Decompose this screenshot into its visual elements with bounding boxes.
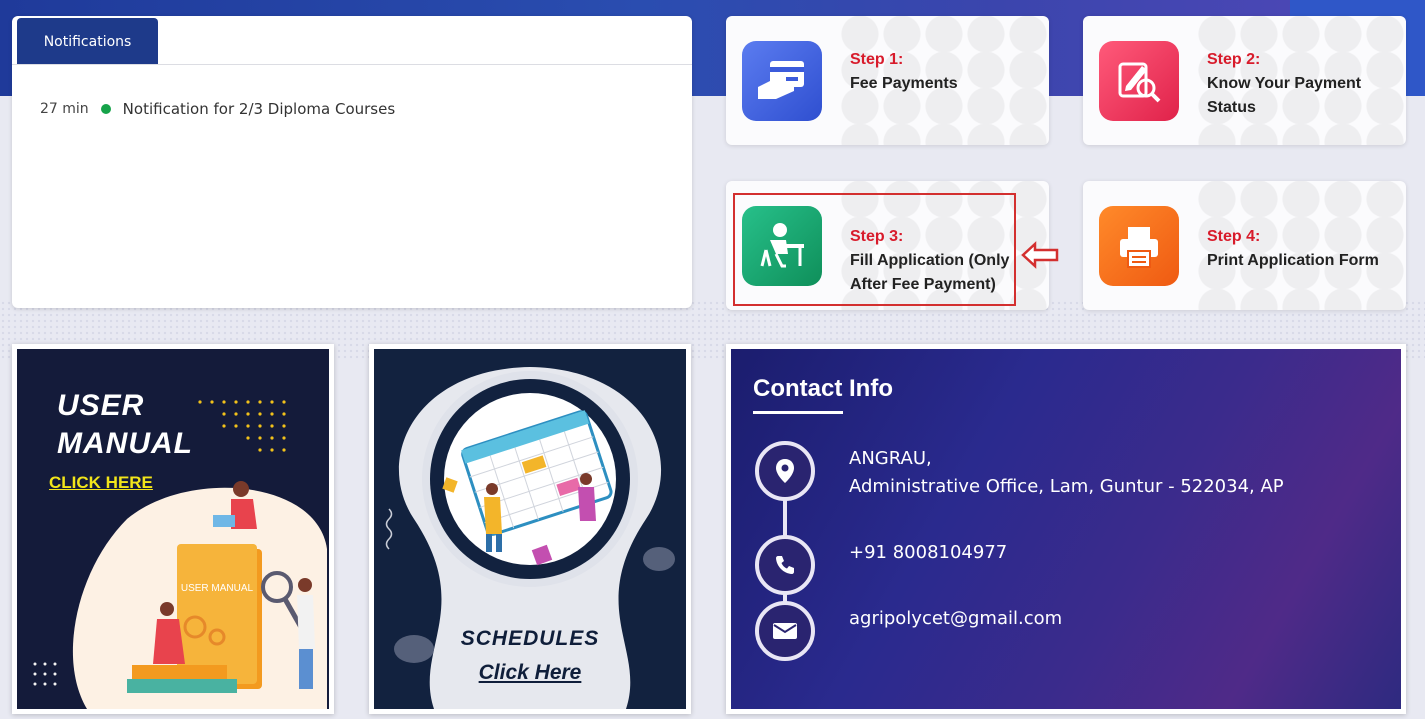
location-pin-icon <box>755 441 815 501</box>
tab-divider <box>12 64 692 65</box>
book-label: USER MANUAL <box>181 583 254 594</box>
schedules-illustration <box>385 367 675 709</box>
contact-phone[interactable]: +91 8008104977 <box>849 539 1007 567</box>
step-4-card[interactable]: Step 4: Print Application Form <box>1083 181 1406 310</box>
phone-icon <box>755 535 815 595</box>
user-manual-banner[interactable]: USER MANUAL CLICK HERE USER MANUAL <box>12 344 334 714</box>
step-label: Step 1: <box>850 51 904 68</box>
contact-address: ANGRAU, Administrative Office, Lam, Gunt… <box>849 448 1284 497</box>
schedules-banner[interactable]: SCHEDULES Click Here <box>369 344 691 714</box>
schedules-click-here-link[interactable]: Click Here <box>374 661 686 685</box>
step-1-card[interactable]: Step 1: Fee Payments <box>726 16 1049 145</box>
user-manual-title: USER MANUAL <box>57 389 193 460</box>
tab-notifications[interactable]: Notifications <box>17 18 158 65</box>
status-dot-icon <box>100 104 111 114</box>
schedules-title: SCHEDULES <box>460 627 600 650</box>
user-manual-illustration: USER MANUAL <box>33 481 327 709</box>
printer-icon <box>1099 206 1179 286</box>
step-label: Step 4: <box>1207 228 1261 245</box>
search-edit-icon <box>1099 41 1179 121</box>
dots-decoration <box>198 400 286 452</box>
notification-time: 27 min <box>40 101 89 117</box>
title-underline <box>753 411 843 414</box>
step-title[interactable]: Know Your Payment Status <box>1207 72 1387 120</box>
step-title[interactable]: Print Application Form <box>1207 249 1379 273</box>
step-label: Step 2: <box>1207 51 1261 68</box>
step-title[interactable]: Fee Payments <box>850 72 958 96</box>
contact-info-panel: Contact Info ANGRAU, Administrative Offi… <box>726 344 1406 714</box>
email-icon <box>755 601 815 661</box>
card-payment-icon <box>742 41 822 121</box>
notification-item[interactable]: 27 min Notification for 2/3 Diploma Cour… <box>40 100 395 118</box>
step-3-highlight-box <box>733 193 1016 306</box>
step-2-card[interactable]: Step 2: Know Your Payment Status <box>1083 16 1406 145</box>
notification-text[interactable]: Notification for 2/3 Diploma Courses <box>123 100 395 118</box>
arrow-left-icon <box>1021 241 1059 269</box>
contact-title: Contact Info <box>753 375 893 402</box>
contact-email[interactable]: agripolycet@gmail.com <box>849 605 1062 633</box>
notifications-panel: Notifications 27 min Notification for 2/… <box>12 16 692 308</box>
